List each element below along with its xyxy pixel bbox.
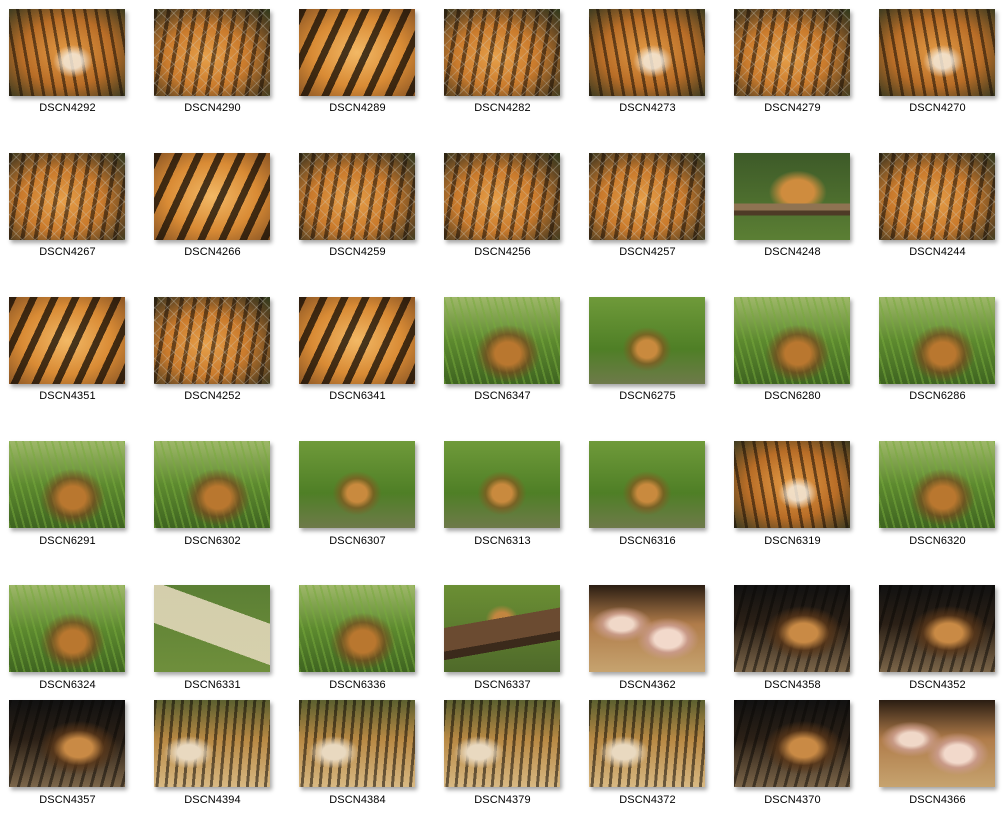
file-name-label[interactable]: DSCN4252 [145,390,280,402]
file-name-label[interactable]: DSCN6275 [580,390,715,402]
thumbnail-image[interactable] [589,700,705,787]
thumbnail-image[interactable] [879,297,995,384]
file-name-label[interactable]: DSCN4292 [0,102,135,114]
file-name-label[interactable]: DSCN4366 [870,794,1005,806]
thumbnail-image[interactable] [9,153,125,240]
file-name-label[interactable]: DSCN4267 [0,246,135,258]
thumbnail-grid: DSCN4292 DSCN4290 DSCN4289 DSCN4282 DSCN4273… [0,0,1005,814]
file-name-label[interactable]: DSCN6320 [870,535,1005,547]
thumbnail-image[interactable] [9,441,125,528]
thumbnail-image[interactable] [154,297,270,384]
thumbnail-image[interactable] [734,153,850,240]
thumbnail-image[interactable] [589,297,705,384]
thumbnail-image[interactable] [734,9,850,96]
thumbnail-image[interactable] [9,700,125,787]
file-name-label[interactable]: DSCN4259 [290,246,425,258]
thumbnail-image[interactable] [299,9,415,96]
thumbnail-image[interactable] [879,441,995,528]
file-name-label[interactable]: DSCN4289 [290,102,425,114]
thumbnail-image[interactable] [589,9,705,96]
thumbnail-image[interactable] [299,700,415,787]
thumbnail-image[interactable] [734,700,850,787]
file-name-label[interactable]: DSCN4358 [725,679,860,691]
file-name-label[interactable]: DSCN6319 [725,535,860,547]
thumbnail-image[interactable] [444,441,560,528]
file-name-label[interactable]: DSCN6331 [145,679,280,691]
file-name-label[interactable]: DSCN4248 [725,246,860,258]
thumbnail-image[interactable] [154,585,270,672]
file-name-label[interactable]: DSCN6316 [580,535,715,547]
file-name-label[interactable]: DSCN4351 [0,390,135,402]
file-name-label[interactable]: DSCN6337 [435,679,570,691]
thumbnail-image[interactable] [154,441,270,528]
file-name-label[interactable]: DSCN4372 [580,794,715,806]
thumbnail-image[interactable] [444,153,560,240]
file-name-label[interactable]: DSCN6291 [0,535,135,547]
thumbnail-image[interactable] [9,9,125,96]
thumbnail-image[interactable] [444,585,560,672]
thumbnail-image[interactable] [734,297,850,384]
file-name-label[interactable]: DSCN4266 [145,246,280,258]
file-name-label[interactable]: DSCN4352 [870,679,1005,691]
thumbnail-image[interactable] [299,297,415,384]
file-name-label[interactable]: DSCN6280 [725,390,860,402]
file-name-label[interactable]: DSCN4244 [870,246,1005,258]
thumbnail-image[interactable] [154,9,270,96]
thumbnail-image[interactable] [879,585,995,672]
file-name-label[interactable]: DSCN4370 [725,794,860,806]
file-name-label[interactable]: DSCN4257 [580,246,715,258]
thumbnail-image[interactable] [879,153,995,240]
thumbnail-image[interactable] [444,9,560,96]
thumbnail-image[interactable] [734,585,850,672]
thumbnail-image[interactable] [879,9,995,96]
thumbnail-image[interactable] [154,153,270,240]
file-name-label[interactable]: DSCN4384 [290,794,425,806]
thumbnail-image[interactable] [734,441,850,528]
file-name-label[interactable]: DSCN4256 [435,246,570,258]
thumbnail-image[interactable] [9,585,125,672]
thumbnail-image[interactable] [589,153,705,240]
file-name-label[interactable]: DSCN6341 [290,390,425,402]
file-name-label[interactable]: DSCN6286 [870,390,1005,402]
file-name-label[interactable]: DSCN4273 [580,102,715,114]
file-name-label[interactable]: DSCN6324 [0,679,135,691]
file-name-label[interactable]: DSCN4394 [145,794,280,806]
file-name-label[interactable]: DSCN6307 [290,535,425,547]
thumbnail-image[interactable] [9,297,125,384]
file-name-label[interactable]: DSCN4279 [725,102,860,114]
file-name-label[interactable]: DSCN4270 [870,102,1005,114]
file-name-label[interactable]: DSCN6313 [435,535,570,547]
thumbnail-image[interactable] [879,700,995,787]
file-name-label[interactable]: DSCN4290 [145,102,280,114]
thumbnail-image[interactable] [589,441,705,528]
file-name-label[interactable]: DSCN4357 [0,794,135,806]
file-name-label[interactable]: DSCN6336 [290,679,425,691]
thumbnail-image[interactable] [444,297,560,384]
thumbnail-image[interactable] [154,700,270,787]
thumbnail-image[interactable] [444,700,560,787]
file-name-label[interactable]: DSCN4379 [435,794,570,806]
thumbnail-image[interactable] [299,441,415,528]
file-name-label[interactable]: DSCN6347 [435,390,570,402]
file-name-label[interactable]: DSCN4282 [435,102,570,114]
file-name-label[interactable]: DSCN6302 [145,535,280,547]
thumbnail-image[interactable] [589,585,705,672]
thumbnail-image[interactable] [299,585,415,672]
file-name-label[interactable]: DSCN4362 [580,679,715,691]
thumbnail-image[interactable] [299,153,415,240]
